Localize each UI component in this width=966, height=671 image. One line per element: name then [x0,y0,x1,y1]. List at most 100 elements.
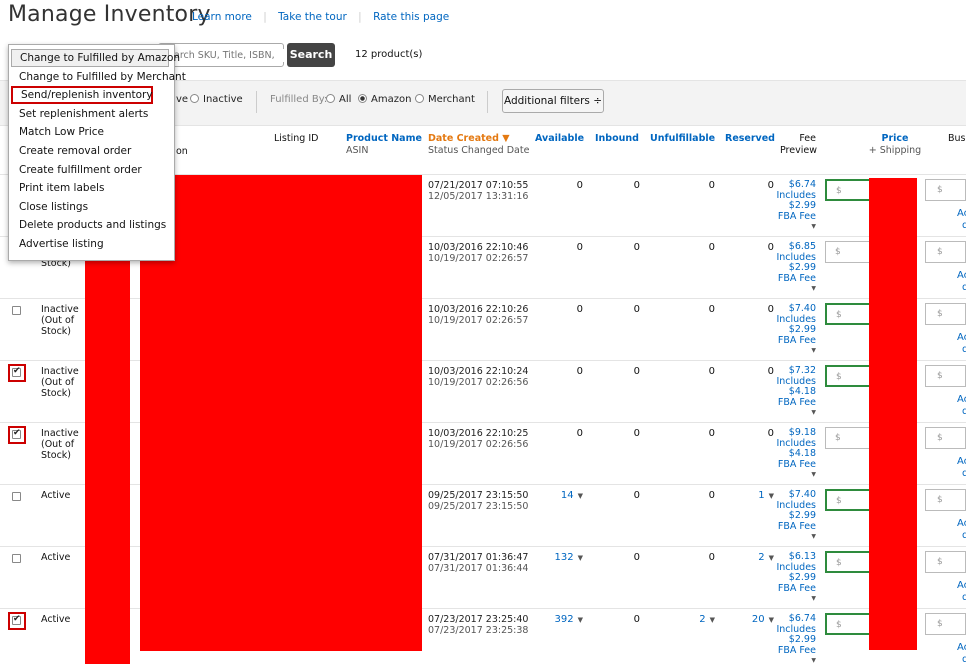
menu-item[interactable]: Advertise listing [9,235,174,253]
business-price-input[interactable]: $ [925,427,966,449]
row-status: Inactive (Out of Stock) [41,428,79,461]
row-checkbox[interactable] [12,306,21,315]
add-business-price-link[interactable]: Acd [957,332,966,356]
unfulfillable-value: 0 [708,490,715,501]
fee-preview[interactable]: $6.74 Includes $2.99 FBA Fee ▼ [772,613,816,667]
add-business-price-link[interactable]: Acd [957,394,966,418]
learn-more-link[interactable]: Learn more [192,11,252,23]
checkbox-highlight [8,364,26,382]
add-business-price-link[interactable]: Acd [957,580,966,604]
fulfilled-merchant-option[interactable]: Merchant [415,94,475,105]
available-value[interactable]: 392 ▼ [530,614,583,625]
radio-merchant[interactable] [415,94,424,103]
row-dates: 07/23/2017 23:25:40 07/23/2017 23:25:38 [428,614,529,636]
unfulfillable-value[interactable]: 2 ▼ [660,614,715,625]
inbound-value: 0 [633,180,640,191]
reserved-value[interactable]: 2 ▼ [730,552,774,563]
price-input[interactable]: $ [825,427,871,449]
available-header[interactable]: Available [535,133,584,145]
price-input[interactable]: $ [825,551,871,573]
reserved-header[interactable]: Reserved [725,133,775,145]
fulfilled-amazon-option[interactable]: Amazon [358,94,411,105]
radio-amazon[interactable] [358,94,367,103]
business-price-input[interactable]: $ [925,551,966,573]
chevron-down-icon: ▼ [811,471,816,478]
fee-preview[interactable]: $7.40 Includes $2.99 FBA Fee ▼ [772,489,816,543]
fulfilled-all-option[interactable]: All [326,94,351,105]
chevron-down-icon[interactable]: ▼ [578,554,583,562]
inbound-value: 0 [633,366,640,377]
menu-item[interactable]: Create fulfillment order [9,161,174,179]
fee-preview[interactable]: $7.32 Includes $4.18 FBA Fee ▼ [772,365,816,419]
add-business-price-link[interactable]: Acd [957,642,966,666]
chevron-down-icon: ▼ [811,533,816,540]
available-value: 0 [576,366,583,377]
business-price-input[interactable]: $ [925,303,966,325]
row-dates: 10/03/2016 22:10:46 10/19/2017 02:26:57 [428,242,529,264]
rate-page-link[interactable]: Rate this page [373,11,449,23]
fee-preview[interactable]: $6.85 Includes $2.99 FBA Fee ▼ [772,241,816,295]
row-checkbox[interactable] [12,554,21,563]
menu-item[interactable]: Close listings [9,198,174,216]
radio-all[interactable] [326,94,335,103]
add-business-price-link[interactable]: Acd [957,456,966,480]
radio-inactive[interactable] [190,94,199,103]
row-dates: 10/03/2016 22:10:24 10/19/2017 02:26:56 [428,366,529,388]
menu-item[interactable]: Create removal order [9,142,174,160]
fee-preview[interactable]: $6.13 Includes $2.99 FBA Fee ▼ [772,551,816,605]
chevron-down-icon: ▼ [811,657,816,664]
price-input[interactable]: $ [825,179,871,201]
row-checkbox[interactable] [12,492,21,501]
status-inactive-option[interactable]: Inactive [190,94,243,105]
menu-item[interactable]: Match Low Price [9,123,174,141]
search-button[interactable]: Search [287,43,335,67]
search-input[interactable] [172,49,284,62]
inbound-value: 0 [633,242,640,253]
price-input[interactable]: $ [825,613,871,635]
inbound-header[interactable]: Inbound [595,133,639,145]
menu-item[interactable]: Change to Fulfilled by Merchant [9,68,186,86]
add-business-price-link[interactable]: Acd [957,270,966,294]
available-value: 0 [576,242,583,253]
menu-item[interactable]: Set replenishment alerts [9,105,174,123]
available-value[interactable]: 132 ▼ [530,552,583,563]
additional-filters-dropdown[interactable]: Additional filters ÷ [502,89,604,113]
business-price-input[interactable]: $ [925,179,966,201]
menu-item[interactable]: Send/replenish inventory [11,86,153,105]
fee-preview[interactable]: $9.18 Includes $4.18 FBA Fee ▼ [772,427,816,481]
business-price-input[interactable]: $ [925,365,966,387]
price-input[interactable]: $ [825,489,871,511]
available-value[interactable]: 14 ▼ [530,490,583,501]
fee-preview[interactable]: $6.74 Includes $2.99 FBA Fee ▼ [772,179,816,233]
fee-preview[interactable]: $7.40 Includes $2.99 FBA Fee ▼ [772,303,816,357]
chevron-down-icon[interactable]: ▼ [578,492,583,500]
status-filter[interactable]: ve [176,94,188,105]
menu-item[interactable]: Print item labels [9,179,174,197]
price-input[interactable]: $ [825,241,871,263]
unfulfillable-header[interactable]: Unfulfillable [650,133,715,145]
row-dates: 07/31/2017 01:36:47 07/31/2017 01:36:44 [428,552,529,574]
chevron-down-icon[interactable]: ▼ [578,616,583,624]
inbound-value: 0 [633,304,640,315]
add-business-price-link[interactable]: Acd [957,208,966,232]
row-dates: 07/21/2017 07:10:55 12/05/2017 13:31:16 [428,180,529,202]
chevron-down-icon[interactable]: ▼ [710,616,715,624]
reserved-value[interactable]: 1 ▼ [730,490,774,501]
business-price-input[interactable]: $ [925,613,966,635]
business-price-input[interactable]: $ [925,241,966,263]
price-input[interactable]: $ [825,365,871,387]
price-input[interactable]: $ [825,303,871,325]
condition-header: on [176,146,188,157]
add-business-price-link[interactable]: Acd [957,518,966,542]
unfulfillable-value: 0 [708,366,715,377]
date-created-header[interactable]: Date Created ▼ Status Changed Date [428,133,529,157]
business-price-input[interactable]: $ [925,489,966,511]
price-header[interactable]: Price + Shipping [865,133,925,157]
row-status: Active [41,490,71,501]
menu-item[interactable]: Delete products and listings [9,216,174,234]
inbound-value: 0 [633,614,640,625]
menu-item[interactable]: Change to Fulfilled by Amazon [11,49,180,67]
take-tour-link[interactable]: Take the tour [278,11,347,23]
product-name-header[interactable]: Product Name ASIN [346,133,422,157]
reserved-value[interactable]: 20 ▼ [730,614,774,625]
